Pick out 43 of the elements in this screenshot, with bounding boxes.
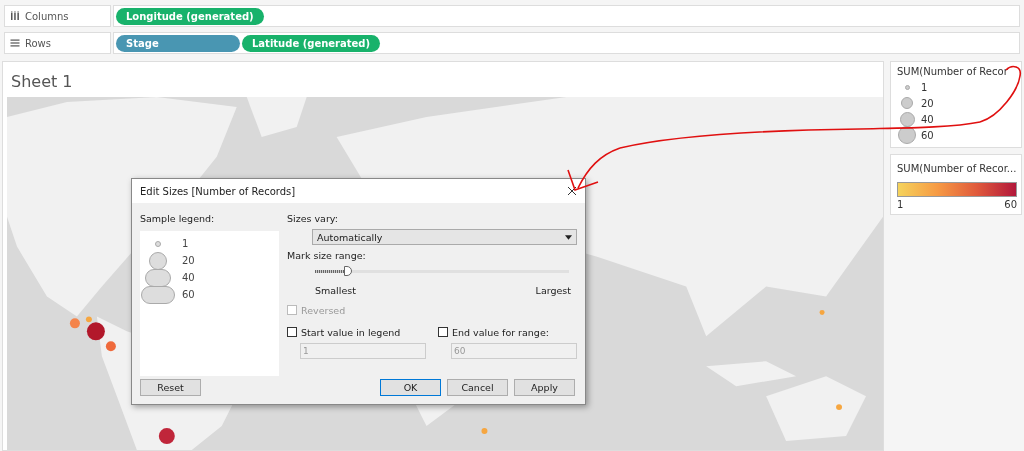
size-mark-icon bbox=[141, 285, 175, 304]
mark-size-label: Mark size range: bbox=[287, 250, 367, 263]
legend-max: 60 bbox=[1004, 199, 1017, 210]
size-circle-icon bbox=[899, 111, 915, 127]
legend-value: 20 bbox=[921, 97, 934, 109]
slider-min-label: Smallest bbox=[315, 285, 356, 296]
dialog-button[interactable]: Cancel bbox=[447, 379, 508, 396]
reset-button[interactable]: Reset bbox=[140, 379, 201, 396]
dialog-button[interactable]: OK bbox=[380, 379, 441, 396]
sizes-vary-label: Sizes vary: bbox=[287, 213, 339, 226]
legend-value: 60 bbox=[921, 129, 934, 141]
legend-title: SUM(Number of Recor... bbox=[897, 162, 1017, 176]
option-checkbox[interactable] bbox=[287, 327, 297, 337]
columns-icon bbox=[10, 11, 20, 21]
close-icon[interactable] bbox=[567, 186, 577, 196]
shelf-label: Columns bbox=[25, 10, 69, 22]
sample-value: 1 bbox=[182, 238, 189, 249]
shelf-label: Rows bbox=[25, 37, 51, 49]
legend-value: 1 bbox=[921, 81, 928, 93]
size-circle-icon bbox=[901, 97, 913, 109]
caret-icon bbox=[565, 234, 572, 240]
sample-legend-label: Sample legend: bbox=[140, 213, 216, 226]
legend-value: 40 bbox=[921, 113, 934, 125]
slider-thumb[interactable] bbox=[344, 266, 352, 276]
sample-value: 40 bbox=[182, 272, 195, 283]
dialog-title: Edit Sizes [Number of Records] bbox=[140, 185, 296, 197]
checkbox-label: End value for range: bbox=[452, 326, 549, 338]
size-circle-icon bbox=[904, 84, 910, 90]
sample-value: 60 bbox=[182, 289, 195, 300]
legend-min: 1 bbox=[897, 199, 904, 210]
hand-drawn-loop bbox=[979, 65, 1022, 123]
legend-title: SUM(Number of Recor bbox=[897, 66, 1009, 77]
size-circle-icon bbox=[898, 126, 916, 144]
size-mark-icon bbox=[155, 240, 161, 247]
rows-icon bbox=[10, 38, 20, 48]
option-checkbox[interactable] bbox=[438, 327, 448, 337]
sample-value: 20 bbox=[182, 255, 195, 266]
checkbox-label: Reversed bbox=[301, 304, 346, 316]
sheet-title: Sheet 1 bbox=[10, 71, 74, 93]
slider-max-label: Largest bbox=[535, 285, 571, 296]
sizes-vary-dropdown[interactable]: Automatically bbox=[312, 229, 577, 245]
dialog-button[interactable]: Apply bbox=[514, 379, 575, 396]
checkbox-label: Start value in legend bbox=[301, 326, 401, 338]
